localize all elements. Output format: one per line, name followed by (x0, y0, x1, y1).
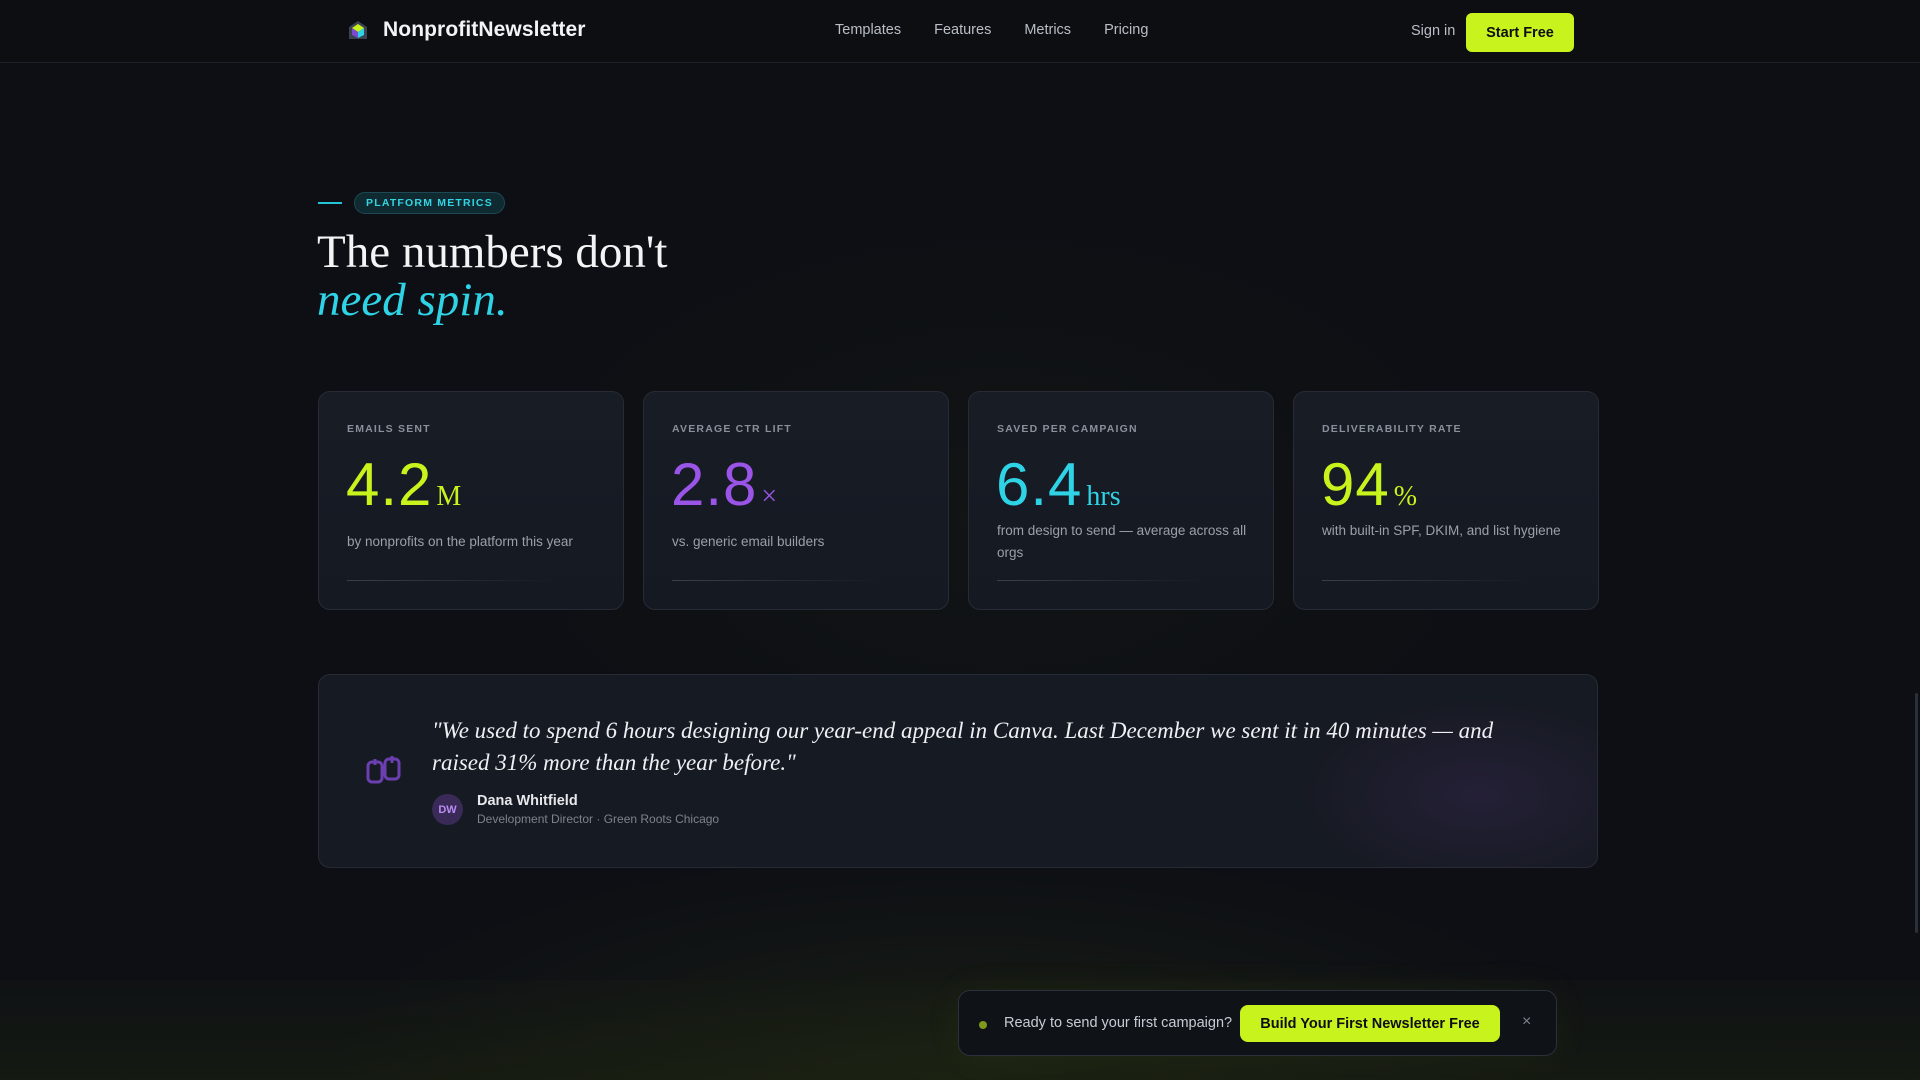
metric-label: SAVED PER CAMPAIGN (997, 423, 1138, 435)
start-free-button[interactable]: Start Free (1466, 13, 1574, 52)
sign-in-link[interactable]: Sign in (1411, 23, 1455, 39)
metric-value: 94 % (1321, 449, 1417, 521)
close-icon[interactable]: × (1522, 1013, 1531, 1031)
platform-metrics-badge: PLATFORM METRICS (354, 192, 505, 214)
metric-value: 4.2 M (346, 449, 461, 521)
author-role: Development Director · Green Roots Chica… (477, 812, 720, 826)
metric-label: AVERAGE CTR LIFT (672, 423, 792, 435)
metric-card-saved-per-campaign: SAVED PER CAMPAIGN 6.4 hrs from design t… (968, 391, 1274, 610)
build-newsletter-button[interactable]: Build Your First Newsletter Free (1240, 1005, 1500, 1042)
metric-label: DELIVERABILITY RATE (1322, 423, 1462, 435)
headline-line-2: need spin. (317, 274, 508, 326)
cta-prompt-text: Ready to send your first campaign? (1004, 1015, 1233, 1031)
metrics-grid: EMAILS SENT 4.2 M by nonprofits on the p… (318, 391, 1599, 610)
metric-description: from design to send — average across all… (997, 523, 1247, 560)
author-name: Dana Whitfield (477, 793, 578, 809)
metric-number: 6.4 (996, 451, 1083, 518)
status-dot-icon (979, 1021, 987, 1029)
metric-unit: hrs (1086, 481, 1121, 512)
testimonial-card: "We used to spend 6 hours designing our … (318, 674, 1598, 868)
metric-card-deliverability: DELIVERABILITY RATE 94 % with built-in S… (1293, 391, 1599, 610)
metric-description: with built-in SPF, DKIM, and list hygien… (1322, 523, 1561, 538)
floating-cta-bar: Ready to send your first campaign? Build… (958, 990, 1557, 1056)
card-divider (672, 580, 884, 581)
card-divider (997, 580, 1209, 581)
nav-templates[interactable]: Templates (835, 22, 901, 38)
main-nav: Templates Features Metrics Pricing (835, 22, 1148, 38)
metric-value: 2.8 × (671, 449, 777, 521)
testimonial-author: DW Dana Whitfield Development Director ·… (432, 793, 719, 826)
metric-label: EMAILS SENT (347, 423, 431, 435)
avatar: DW (432, 794, 463, 825)
metric-number: 94 (1321, 451, 1390, 518)
brand-name: NonprofitNewsletter (383, 18, 586, 41)
metric-unit: M (436, 481, 462, 512)
metric-description: vs. generic email builders (672, 534, 825, 549)
metric-description: by nonprofits on the platform this year (347, 534, 573, 549)
section-eyebrow: PLATFORM METRICS (318, 192, 505, 214)
metric-number: 4.2 (346, 451, 433, 518)
section-headline: The numbers don't need spin. (317, 228, 667, 324)
nav-pricing[interactable]: Pricing (1104, 22, 1148, 38)
card-divider (347, 580, 559, 581)
headline-line-1: The numbers don't (317, 226, 668, 278)
metric-number: 2.8 (671, 451, 758, 518)
scrollbar-thumb[interactable] (1915, 693, 1918, 933)
top-nav-bar: NonprofitNewsletter Templates Features M… (0, 0, 1920, 63)
testimonial-quote: "We used to spend 6 hours designing our … (432, 718, 1494, 775)
metric-card-emails-sent: EMAILS SENT 4.2 M by nonprofits on the p… (318, 391, 624, 610)
metric-value: 6.4 hrs (996, 449, 1121, 521)
metric-unit: % (1393, 481, 1418, 512)
brand-logo-link[interactable]: NonprofitNewsletter (347, 18, 586, 42)
nav-metrics[interactable]: Metrics (1024, 22, 1071, 38)
card-divider (1322, 580, 1534, 581)
nav-features[interactable]: Features (934, 22, 991, 38)
metric-card-ctr-lift: AVERAGE CTR LIFT 2.8 × vs. generic email… (643, 391, 949, 610)
house-logo-icon (349, 21, 367, 39)
metric-unit: × (761, 481, 778, 512)
eyebrow-line (318, 202, 342, 204)
quote-icon (366, 756, 401, 784)
